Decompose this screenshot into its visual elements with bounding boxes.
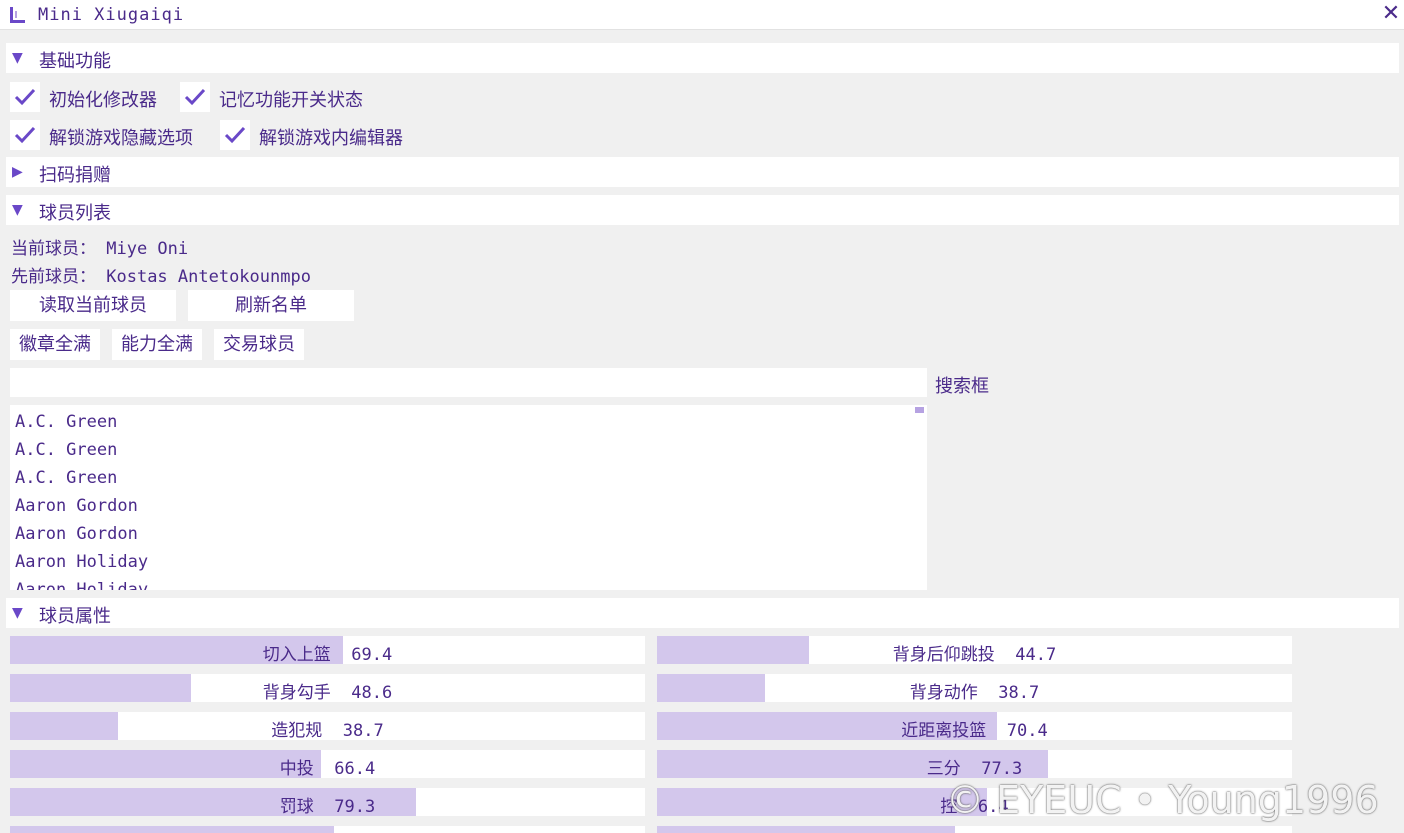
list-item[interactable]: A.C. Green [15,467,927,495]
attribute-name: 背身动作 [909,683,978,703]
attribute-slider[interactable]: 近距离投篮 70.4 [657,712,1292,741]
section-basic-header[interactable]: ▼ 基础功能 [6,43,1399,73]
attribute-name: 背身后仰跳投 [892,645,995,665]
attribute-value: 48.6 [351,683,393,703]
ability-max-button[interactable]: 能力全满 [112,329,202,360]
attribute-slider[interactable]: 背身勾手 48.6 [10,674,645,703]
slider-label: 三分 77.3 [657,754,1292,779]
attribute-name: 近距离投篮 [901,721,987,741]
checkbox-label: 解锁游戏隐藏选项 [49,128,193,149]
checkbox-label: 记忆功能开关状态 [219,90,363,111]
collapse-arrow-icon: ▼ [12,50,23,66]
attribute-value: 69.4 [351,645,393,665]
collapse-arrow-icon: ▼ [12,605,23,621]
refresh-list-button[interactable]: 刷新名单 [188,290,354,321]
current-player-line: 当前球员： Miye Oni [11,234,188,259]
checkbox-box [180,82,210,112]
section-donate-header[interactable]: ▶ 扫码捐赠 [6,157,1399,187]
close-button[interactable]: ✕ [1378,2,1404,28]
check-icon [14,126,36,144]
app-logo-icon [10,7,25,23]
attribute-value: 38.7 [998,683,1040,703]
watermark: © EYEUC • Young1996 [946,778,1379,822]
attribute-name: 切入上篮 [262,645,331,665]
list-item[interactable]: Aaron Holiday [15,579,927,590]
previous-player-key: 先前球员： [11,267,96,287]
attribute-slider[interactable]: 中投 66.4 [10,750,645,779]
attribute-value: 66.4 [334,759,376,779]
window-title: Mini Xiugaiqi [38,5,185,25]
slider-label: 中投 66.4 [10,754,645,779]
previous-player-value: Kostas Antetokounmpo [106,267,311,287]
slider-label: 切入上篮 69.4 [10,640,645,665]
attribute-value: 38.7 [342,721,384,741]
player-listbox[interactable]: A.C. Green A.C. Green A.C. Green Aaron Gord… [10,405,927,590]
expand-arrow-icon: ▶ [12,164,23,180]
trade-player-button[interactable]: 交易球员 [214,329,304,360]
check-icon [14,88,36,106]
attribute-slider[interactable]: 造犯规 38.7 [10,712,645,741]
attribute-slider[interactable]: 三分 77.3 [657,750,1292,779]
previous-player-line: 先前球员： Kostas Antetokounmpo [11,262,311,287]
attribute-value: 70.4 [1006,721,1048,741]
list-item[interactable]: A.C. Green [15,411,927,439]
slider-label: 背身后仰跳投 44.7 [657,640,1292,665]
read-current-player-button[interactable]: 读取当前球员 [10,290,176,321]
attribute-value: 44.7 [1015,645,1057,665]
current-player-value: Miye Oni [106,239,189,259]
attribute-slider[interactable] [10,826,645,833]
attribute-slider[interactable]: 背身后仰跳投 44.7 [657,636,1292,665]
attribute-name: 三分 [926,759,961,779]
search-input[interactable] [10,368,927,397]
scrollbar-thumb[interactable] [915,407,924,413]
list-item[interactable]: Aaron Gordon [15,495,927,523]
attribute-slider[interactable]: 罚球 79.3 [10,788,645,817]
section-attrs-label: 球员属性 [39,606,111,627]
attribute-name: 中投 [279,759,314,779]
slider-label: 近距离投篮 70.4 [657,716,1292,741]
section-donate-label: 扫码捐赠 [39,165,111,186]
checkbox-box [220,120,250,150]
title-bar: Mini Xiugaiqi ✕ [0,0,1404,30]
slider-label: 罚球 79.3 [10,792,645,817]
slider-label: 背身动作 38.7 [657,678,1292,703]
checkbox-label: 解锁游戏内编辑器 [259,128,403,149]
slider-label: 造犯规 38.7 [10,716,645,741]
collapse-arrow-icon: ▼ [12,202,23,218]
badges-max-button[interactable]: 徽章全满 [10,329,100,360]
list-item[interactable]: A.C. Green [15,439,927,467]
attribute-name: 罚球 [279,797,314,817]
checkbox-box [10,82,40,112]
attribute-name: 造犯规 [271,721,323,741]
list-item[interactable]: Aaron Gordon [15,523,927,551]
section-attrs-header[interactable]: ▼ 球员属性 [6,598,1399,628]
player-list: A.C. Green A.C. Green A.C. Green Aaron Gord… [10,405,927,590]
attribute-slider[interactable]: 切入上篮 69.4 [10,636,645,665]
search-label: 搜索框 [935,376,989,397]
attribute-slider[interactable] [657,826,1292,833]
checkbox-box [10,120,40,150]
section-basic-label: 基础功能 [39,51,111,72]
section-players-label: 球员列表 [39,203,111,224]
attribute-slider[interactable]: 背身动作 38.7 [657,674,1292,703]
section-players-header[interactable]: ▼ 球员列表 [6,195,1399,225]
attribute-value: 79.3 [334,797,376,817]
attribute-name: 背身勾手 [262,683,331,703]
slider-label: 背身勾手 48.6 [10,678,645,703]
list-item[interactable]: Aaron Holiday [15,551,927,579]
checkbox-label: 初始化修改器 [49,90,157,111]
check-icon [184,88,206,106]
current-player-key: 当前球员： [11,239,96,259]
attribute-value: 77.3 [981,759,1023,779]
check-icon [224,126,246,144]
